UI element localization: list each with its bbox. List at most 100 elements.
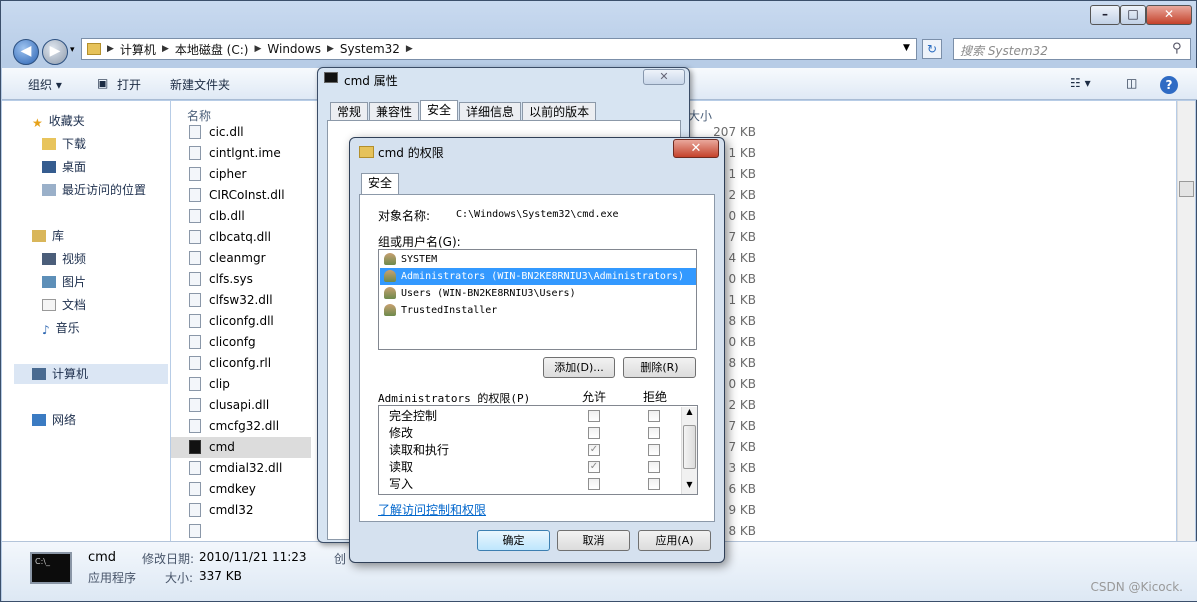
allow-checkbox[interactable] [588,427,600,439]
deny-checkbox[interactable] [648,461,660,473]
preview-pane-icon[interactable]: ◫ [1126,76,1137,90]
allow-checkbox[interactable] [588,410,600,422]
music-icon: ♪ [42,323,50,337]
chevron-right-icon[interactable]: ▶ [162,44,169,54]
view-options-icon[interactable]: ☷ ▾ [1070,76,1091,90]
details-file-name: cmd [88,550,117,565]
deny-checkbox[interactable] [648,427,660,439]
document-icon [42,299,56,311]
file-row[interactable]: clb.dll [171,206,311,227]
breadcrumb-drive[interactable]: 本地磁盘 (C:) [175,41,249,58]
allow-checkbox[interactable]: ✓ [588,444,600,456]
allow-checkbox[interactable] [588,478,600,490]
scroll-down-icon[interactable]: ▼ [682,480,697,492]
file-row[interactable]: clusapi.dll [171,395,311,416]
chevron-right-icon[interactable]: ▶ [327,44,334,54]
ok-button[interactable]: 确定 [477,530,550,551]
group-list-item[interactable]: SYSTEM [380,251,696,268]
permissions-close-button[interactable]: ✕ [673,139,719,158]
vertical-scrollbar[interactable] [1177,101,1195,541]
group-list-item[interactable]: TrustedInstaller [380,302,696,319]
file-name: CIRCoInst.dll [209,188,285,202]
chevron-right-icon[interactable]: ▶ [107,44,114,54]
tab-security[interactable]: 安全 [361,173,400,196]
open-button[interactable]: 打开 [117,76,141,93]
allow-checkbox[interactable]: ✓ [588,461,600,473]
refresh-icon[interactable]: ↻ [922,39,942,59]
breadcrumb-windows[interactable]: Windows [267,42,321,56]
nav-item-documents[interactable]: 文档 [42,295,86,315]
maximize-button[interactable]: □ [1120,5,1146,25]
file-row[interactable]: cic.dll [171,122,311,143]
file-row[interactable]: cmicryptinstall.dll [171,521,311,559]
deny-checkbox[interactable] [648,444,660,456]
remove-button[interactable]: 删除(R) [623,357,696,378]
permissions-scrollbar[interactable]: ▲ ▼ [681,407,697,494]
window-close-button[interactable]: ✕ [1146,5,1192,25]
file-row[interactable]: cmdial32.dll [171,458,311,479]
breadcrumb-system32[interactable]: System32 [340,42,400,56]
file-row[interactable]: clbcatq.dll [171,227,311,248]
group-list-item[interactable]: Administrators (WIN-BN2KE8RNIU3\Administ… [380,268,696,285]
nav-item-desktop[interactable]: 桌面 [42,157,86,177]
favorites-group[interactable]: ★ 收藏夹 [32,111,85,131]
nav-item-videos[interactable]: 视频 [42,249,86,269]
nav-item-music[interactable]: ♪ 音乐 [42,318,80,338]
nav-item-computer[interactable]: 计算机 [14,364,168,384]
file-icon [189,335,201,349]
permission-name: 读取 [389,460,414,474]
groups-list[interactable]: SYSTEM Administrators (WIN-BN2KE8RNIU3\Ad… [378,249,697,350]
file-icon [189,461,201,475]
file-row[interactable]: cliconfg.dll [171,311,311,332]
address-bar[interactable]: ▶ 计算机 ▶ 本地磁盘 (C:) ▶ Windows ▶ System32 ▶ [81,38,917,60]
forward-button[interactable]: ▶ [42,39,68,65]
file-row[interactable]: cliconfg [171,332,311,353]
file-row[interactable]: cmdkey [171,479,311,500]
nav-item-network[interactable]: 网络 [32,410,76,430]
search-icon[interactable]: ⚲ [1172,41,1182,56]
scroll-thumb[interactable] [683,425,696,469]
apply-button[interactable]: 应用(A) [638,530,711,551]
nav-item-pictures[interactable]: 图片 [42,272,86,292]
file-name: clip [209,377,230,391]
breadcrumb-computer[interactable]: 计算机 [120,41,156,58]
help-icon[interactable]: ? [1160,76,1178,94]
file-row[interactable]: cleanmgr [171,248,311,269]
desktop-icon [42,161,56,173]
properties-close-button[interactable]: ✕ [643,69,685,85]
back-button[interactable]: ◀ [13,39,39,65]
cancel-button[interactable]: 取消 [557,530,630,551]
file-name: clusapi.dll [209,398,270,412]
file-row[interactable]: cmcfg32.dll [171,416,311,437]
chevron-right-icon[interactable]: ▶ [406,44,413,54]
file-row[interactable]: cliconfg.rll [171,353,311,374]
file-row[interactable]: cmd [171,437,311,458]
file-row[interactable]: clfs.sys [171,269,311,290]
recent-pages-icon[interactable]: ▾ [70,45,75,55]
search-input[interactable]: 搜索 System32 [953,38,1191,60]
minimize-button[interactable]: – [1090,5,1120,25]
file-row[interactable]: cmdl32 [171,500,311,521]
file-row[interactable]: CIRCoInst.dll [171,185,311,206]
scroll-up-icon[interactable]: ▲ [682,407,697,419]
deny-checkbox[interactable] [648,478,660,490]
learn-permissions-link[interactable]: 了解访问控制和权限 [378,501,486,518]
file-icon [189,314,201,328]
add-button[interactable]: 添加(D)... [543,357,615,378]
address-dropdown-icon[interactable]: ▼ [903,43,910,53]
group-list-item[interactable]: Users (WIN-BN2KE8RNIU3\Users) [380,285,696,302]
file-row[interactable]: clfsw32.dll [171,290,311,311]
scroll-thumb[interactable] [1179,181,1194,197]
libraries-group[interactable]: 库 [32,226,64,246]
file-row[interactable]: cipher [171,164,311,185]
nav-item-recent[interactable]: 最近访问的位置 [42,180,146,200]
chevron-right-icon[interactable]: ▶ [254,44,261,54]
nav-item-downloads[interactable]: 下载 [42,134,86,154]
file-row[interactable]: clip [171,374,311,395]
new-folder-button[interactable]: 新建文件夹 [170,76,230,93]
file-row[interactable]: cintlgnt.ime [171,143,311,164]
deny-checkbox[interactable] [648,410,660,422]
file-icon [189,293,201,307]
organize-button[interactable]: 组织 ▾ [28,76,62,93]
group-name: Users (WIN-BN2KE8RNIU3\Users) [401,288,576,299]
